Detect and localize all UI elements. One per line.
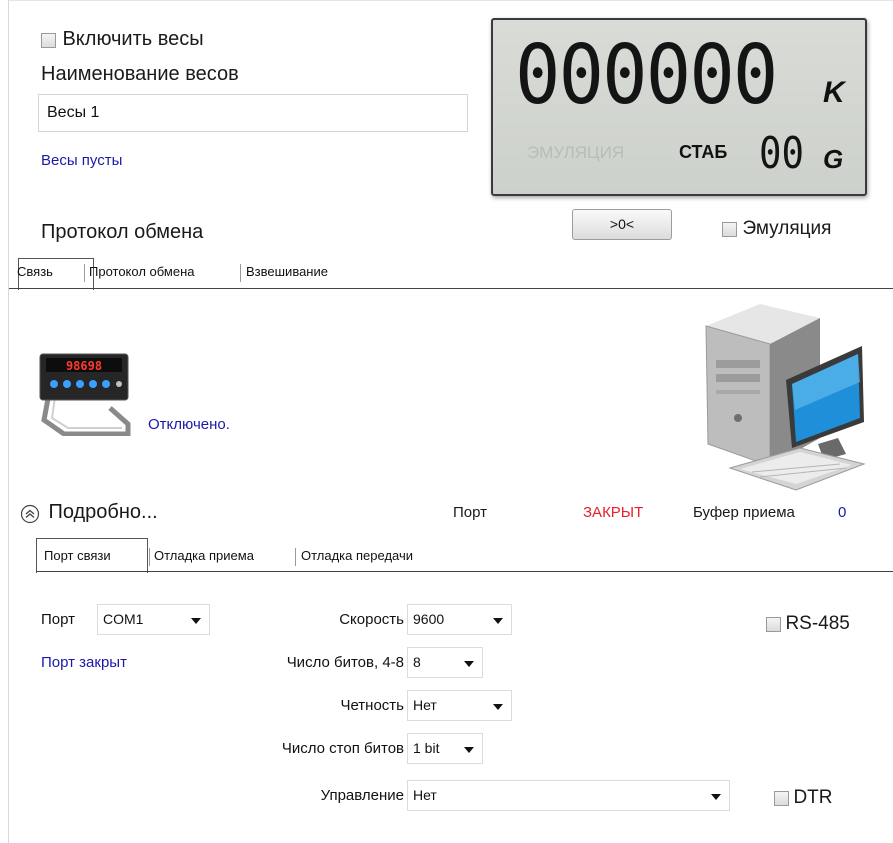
- scales-name-label: Наименование весов: [41, 63, 239, 85]
- main-tabbar: Связь Протокол обмена Взвешивание: [9, 258, 893, 290]
- subtab-rx-debug[interactable]: Отладка приема: [154, 548, 254, 563]
- lcd-small-digits: 00: [759, 128, 805, 179]
- weight-lcd-display: 000000 K ЭМУЛЯЦИЯ СТАБ 00 G: [491, 18, 867, 196]
- details-expander[interactable]: Подробно...: [20, 501, 158, 524]
- rx-buffer-value: 0: [838, 504, 847, 521]
- tab-connection[interactable]: Связь: [17, 264, 53, 279]
- port-state-label: Порт: [453, 504, 488, 521]
- rs485-label: RS-485: [785, 613, 850, 634]
- dropdown-arrow-icon: [464, 747, 474, 753]
- rs485-checkbox[interactable]: RS-485: [766, 613, 850, 635]
- emulation-checkbox[interactable]: Эмуляция: [722, 218, 831, 240]
- speed-select[interactable]: 9600: [407, 604, 512, 635]
- emulation-label: Эмуляция: [742, 218, 832, 239]
- connection-state-text: Отключено.: [148, 416, 230, 433]
- details-label: Подробно...: [48, 501, 158, 523]
- scales-settings-window: Включить весы Наименование весов Весы 1 …: [0, 0, 893, 843]
- dropdown-arrow-icon: [493, 618, 503, 624]
- data-bits-select-value: 8: [413, 654, 421, 670]
- dtr-checkbox-box[interactable]: [774, 791, 789, 807]
- scale-terminal-icon: 98698: [39, 353, 131, 436]
- subtab-separator: [149, 548, 150, 566]
- dtr-label: DTR: [793, 787, 833, 808]
- flow-control-select-value: Нет: [413, 787, 437, 803]
- flow-control-label: Управление: [320, 787, 404, 804]
- frame-border-left: [8, 0, 9, 843]
- tab-underline: [9, 288, 893, 289]
- lcd-main-digits: 000000: [515, 28, 778, 123]
- dropdown-arrow-icon: [711, 794, 721, 800]
- parity-label: Четность: [340, 697, 404, 714]
- parity-select-value: Нет: [413, 697, 437, 713]
- lcd-stab-indicator: СТАБ: [679, 142, 728, 162]
- scales-status-text: Весы пусты: [41, 152, 123, 169]
- subtab-tx-debug[interactable]: Отладка передачи: [301, 548, 413, 563]
- parity-select[interactable]: Нет: [407, 690, 512, 721]
- port-label: Порт: [41, 611, 76, 628]
- zero-button[interactable]: >0<: [572, 209, 672, 240]
- protocol-label: Протокол обмена: [41, 221, 204, 243]
- tab-separator: [240, 264, 241, 282]
- enable-scales-label: Включить весы: [62, 28, 204, 50]
- scales-name-input[interactable]: Весы 1: [38, 94, 468, 132]
- data-bits-select[interactable]: 8: [407, 647, 483, 678]
- stop-bits-label: Число стоп битов: [281, 740, 404, 757]
- port-subtabbar: Порт связи Отладка приема Отладка переда…: [36, 538, 893, 573]
- port-status-text: Порт закрыт: [41, 654, 127, 671]
- tab-weighing[interactable]: Взвешивание: [246, 264, 328, 279]
- frame-border-top: [8, 0, 893, 1]
- enable-scales-checkbox-box[interactable]: [41, 33, 56, 49]
- lcd-unit-k: K: [823, 76, 845, 109]
- speed-label: Скорость: [339, 611, 404, 628]
- subtab-port[interactable]: Порт связи: [44, 548, 111, 563]
- port-select[interactable]: COM1: [97, 604, 210, 635]
- speed-select-value: 9600: [413, 611, 445, 627]
- subtab-underline: [36, 571, 893, 572]
- flow-control-select[interactable]: Нет: [407, 780, 730, 811]
- subtab-separator: [295, 548, 296, 566]
- tab-exchange-protocol[interactable]: Протокол обмена: [89, 264, 195, 279]
- collapse-circle-icon[interactable]: [20, 504, 40, 524]
- rx-buffer-label: Буфер приема: [693, 504, 795, 521]
- stop-bits-select[interactable]: 1 bit: [407, 733, 483, 764]
- dropdown-arrow-icon: [493, 704, 503, 710]
- lcd-emulation-indicator: ЭМУЛЯЦИЯ: [527, 143, 625, 162]
- svg-text:98698: 98698: [66, 359, 102, 373]
- computer-icon: [705, 304, 866, 491]
- port-select-value: COM1: [103, 611, 144, 627]
- emulation-checkbox-box[interactable]: [722, 222, 737, 238]
- stop-bits-select-value: 1 bit: [413, 740, 440, 756]
- dropdown-arrow-icon: [464, 661, 474, 667]
- dropdown-arrow-icon: [191, 618, 201, 624]
- dtr-checkbox[interactable]: DTR: [774, 787, 833, 809]
- enable-scales-checkbox[interactable]: Включить весы: [41, 28, 204, 51]
- tab-separator: [84, 264, 85, 282]
- lcd-unit-g: G: [823, 144, 844, 174]
- port-state-value: ЗАКРЫТ: [583, 504, 644, 521]
- data-bits-label: Число битов, 4-8: [286, 654, 404, 671]
- rs485-checkbox-box[interactable]: [766, 617, 781, 633]
